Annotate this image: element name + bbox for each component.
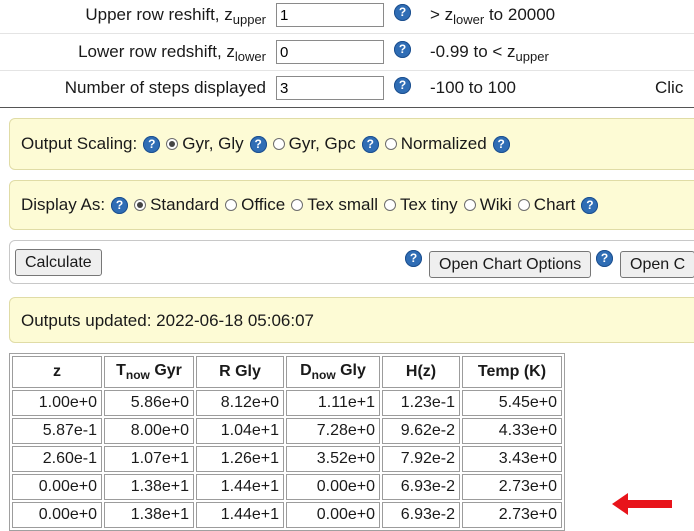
table-cell: 5.87e-1 bbox=[12, 418, 102, 444]
lower-redshift-row: Lower row redshift, zlower ? -0.99 to < … bbox=[0, 37, 694, 73]
help-icon[interactable]: ? bbox=[143, 135, 161, 153]
table-cell: 4.33e+0 bbox=[462, 418, 562, 444]
table-cell: 1.00e+0 bbox=[12, 390, 102, 416]
open-chart-options-button[interactable]: Open Chart Options bbox=[429, 251, 592, 278]
table-cell: 7.92e-2 bbox=[382, 446, 460, 472]
radio-tex-small[interactable] bbox=[291, 199, 304, 211]
button-bar: Calculate ? Open Chart Options ? Open C bbox=[9, 240, 694, 284]
table-cell: 2.73e+0 bbox=[462, 474, 562, 500]
status-panel: Outputs updated: 2022-06-18 05:06:07 bbox=[9, 297, 694, 343]
lower-redshift-range: -0.99 to < zupper bbox=[430, 42, 549, 64]
table-row: 0.00e+0 1.38e+1 1.44e+1 0.00e+0 6.93e-2 … bbox=[12, 502, 562, 528]
table-cell: 2.60e-1 bbox=[12, 446, 102, 472]
table-cell: 1.38e+1 bbox=[104, 502, 194, 528]
radio-wiki[interactable] bbox=[463, 199, 476, 211]
radio-gyr-gly[interactable] bbox=[166, 138, 179, 150]
results-table: z Tnow Gyr R Gly Dnow Gly H(z) Temp (K) … bbox=[9, 353, 565, 531]
upper-redshift-input[interactable] bbox=[276, 3, 384, 27]
radio-chart[interactable] bbox=[517, 199, 530, 211]
output-scaling-label: Output Scaling: bbox=[21, 134, 138, 153]
column-header: Dnow Gly bbox=[286, 356, 380, 388]
help-icon[interactable]: ? bbox=[394, 77, 411, 94]
table-cell: 5.45e+0 bbox=[462, 390, 562, 416]
table-cell: 0.00e+0 bbox=[286, 474, 380, 500]
table-cell: 6.93e-2 bbox=[382, 474, 460, 500]
column-header: z bbox=[12, 356, 102, 388]
option-label: Normalized bbox=[400, 134, 487, 153]
upper-redshift-range: > zlower to 20000 bbox=[430, 5, 556, 27]
steps-row: Number of steps displayed ? -100 to 100 … bbox=[0, 73, 694, 109]
table-row: 2.60e-1 1.07e+1 1.26e+1 3.52e+0 7.92e-2 … bbox=[12, 446, 562, 472]
option-label: Standard bbox=[150, 195, 220, 214]
table-cell: 1.04e+1 bbox=[196, 418, 284, 444]
steps-label: Number of steps displayed bbox=[64, 78, 266, 97]
table-cell: 0.00e+0 bbox=[12, 502, 102, 528]
column-header: Temp (K) bbox=[462, 356, 562, 388]
help-icon[interactable]: ? bbox=[394, 4, 411, 21]
radio-office[interactable] bbox=[225, 199, 238, 211]
table-cell: 1.44e+1 bbox=[196, 474, 284, 500]
table-header-row: z Tnow Gyr R Gly Dnow Gly H(z) Temp (K) bbox=[12, 356, 562, 388]
table-cell: 8.12e+0 bbox=[196, 390, 284, 416]
table-cell: 3.52e+0 bbox=[286, 446, 380, 472]
table-row: 0.00e+0 1.38e+1 1.44e+1 0.00e+0 6.93e-2 … bbox=[12, 474, 562, 500]
table-cell: 1.26e+1 bbox=[196, 446, 284, 472]
table-cell: 3.43e+0 bbox=[462, 446, 562, 472]
column-header: H(z) bbox=[382, 356, 460, 388]
radio-tex-tiny[interactable] bbox=[384, 199, 397, 211]
table-cell: 2.73e+0 bbox=[462, 502, 562, 528]
section-divider bbox=[0, 107, 694, 108]
table-cell: 1.38e+1 bbox=[104, 474, 194, 500]
option-label: Gyr, Gpc bbox=[288, 134, 356, 153]
table-cell: 0.00e+0 bbox=[286, 502, 380, 528]
click-hint-clipped: Clic bbox=[655, 78, 684, 97]
table-row: 5.87e-1 8.00e+0 1.04e+1 7.28e+0 9.62e-2 … bbox=[12, 418, 562, 444]
help-icon[interactable]: ? bbox=[596, 250, 613, 267]
column-header: R Gly bbox=[196, 356, 284, 388]
display-as-label: Display As: bbox=[21, 195, 106, 214]
help-icon[interactable]: ? bbox=[361, 135, 379, 153]
upper-redshift-row: Upper row reshift, zupper ? > zlower to … bbox=[0, 0, 694, 36]
help-icon[interactable]: ? bbox=[405, 250, 422, 267]
table-row: 1.00e+0 5.86e+0 8.12e+0 1.11e+1 1.23e-1 … bbox=[12, 390, 562, 416]
table-cell: 9.62e-2 bbox=[382, 418, 460, 444]
row-divider bbox=[0, 70, 694, 71]
option-label: Gyr, Gly bbox=[182, 134, 244, 153]
display-as-panel: Display As: ? Standard Office Tex small … bbox=[9, 180, 694, 230]
lower-redshift-label: Lower row redshift, zlower bbox=[78, 42, 266, 64]
steps-input[interactable] bbox=[276, 76, 384, 100]
help-icon[interactable]: ? bbox=[581, 196, 599, 214]
table-cell: 1.11e+1 bbox=[286, 390, 380, 416]
steps-range: -100 to 100 bbox=[430, 78, 517, 97]
table-cell: 1.23e-1 bbox=[382, 390, 460, 416]
table-cell: 6.93e-2 bbox=[382, 502, 460, 528]
table-cell: 0.00e+0 bbox=[12, 474, 102, 500]
lower-redshift-input[interactable] bbox=[276, 40, 384, 64]
help-icon[interactable]: ? bbox=[249, 135, 267, 153]
open-clipped-button[interactable]: Open C bbox=[620, 251, 694, 278]
help-icon[interactable]: ? bbox=[111, 196, 129, 214]
upper-redshift-label: Upper row reshift, zupper bbox=[85, 5, 266, 27]
output-scaling-panel: Output Scaling: ? Gyr, Gly ? Gyr, Gpc ? … bbox=[9, 118, 694, 170]
option-label: Tex tiny bbox=[400, 195, 458, 214]
table-cell: 1.44e+1 bbox=[196, 502, 284, 528]
table-cell: 5.86e+0 bbox=[104, 390, 194, 416]
status-text: Outputs updated: 2022-06-18 05:06:07 bbox=[21, 311, 315, 330]
help-icon[interactable]: ? bbox=[492, 135, 510, 153]
calculate-button[interactable]: Calculate bbox=[15, 249, 102, 276]
red-arrow-icon bbox=[612, 493, 672, 515]
table-cell: 8.00e+0 bbox=[104, 418, 194, 444]
table-cell: 7.28e+0 bbox=[286, 418, 380, 444]
option-label: Office bbox=[241, 195, 286, 214]
column-header: Tnow Gyr bbox=[104, 356, 194, 388]
row-divider bbox=[0, 33, 694, 34]
option-label: Chart bbox=[533, 195, 576, 214]
radio-gyr-gpc[interactable] bbox=[272, 138, 285, 150]
radio-standard[interactable] bbox=[134, 199, 147, 211]
radio-normalized[interactable] bbox=[384, 138, 397, 150]
table-cell: 1.07e+1 bbox=[104, 446, 194, 472]
option-label: Wiki bbox=[479, 195, 512, 214]
help-icon[interactable]: ? bbox=[394, 41, 411, 58]
option-label: Tex small bbox=[307, 195, 379, 214]
